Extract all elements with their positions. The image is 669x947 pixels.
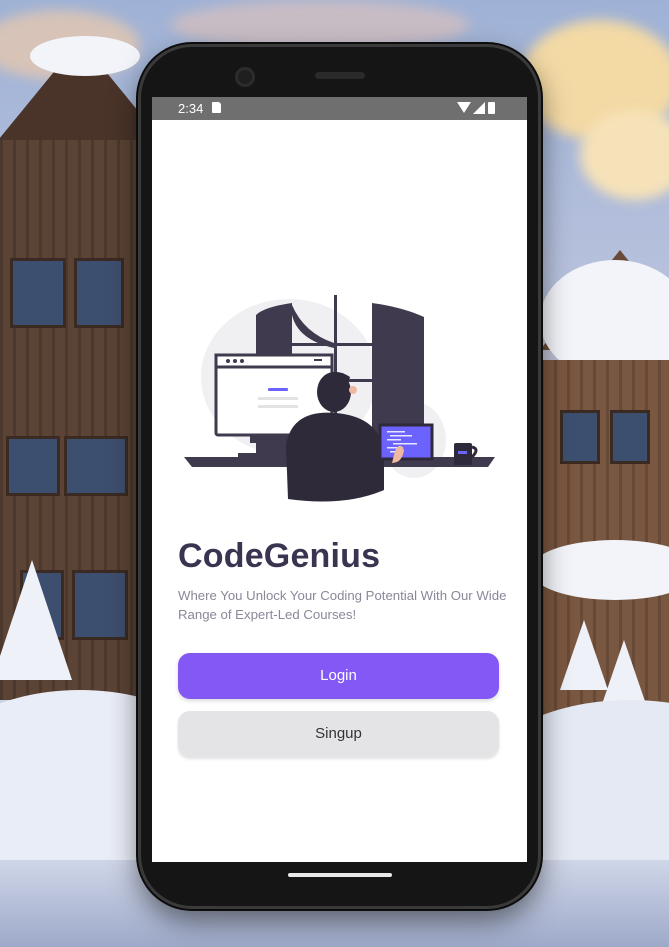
sd-card-icon: [212, 102, 221, 113]
signup-button[interactable]: Singup: [178, 711, 499, 757]
app-title: CodeGenius: [178, 537, 381, 575]
app-screen: 2:34 CodeGenius Where You Unlock Your Co…: [152, 97, 527, 862]
wifi-icon: [457, 102, 471, 113]
status-icons: [457, 102, 499, 115]
home-gesture-bar[interactable]: [288, 873, 392, 877]
phone-frame: 2:34 CodeGenius Where You Unlock Your Co…: [138, 44, 541, 909]
login-button[interactable]: Login: [178, 653, 499, 699]
signal-icon: [473, 102, 485, 114]
battery-icon: [488, 102, 495, 114]
status-time: 2:34: [178, 101, 204, 116]
speaker: [315, 72, 365, 79]
status-bar: 2:34: [152, 97, 527, 120]
developer-at-desk-illustration: [184, 295, 495, 502]
app-subtitle: Where You Unlock Your Coding Potential W…: [178, 588, 507, 622]
camera: [235, 67, 255, 87]
